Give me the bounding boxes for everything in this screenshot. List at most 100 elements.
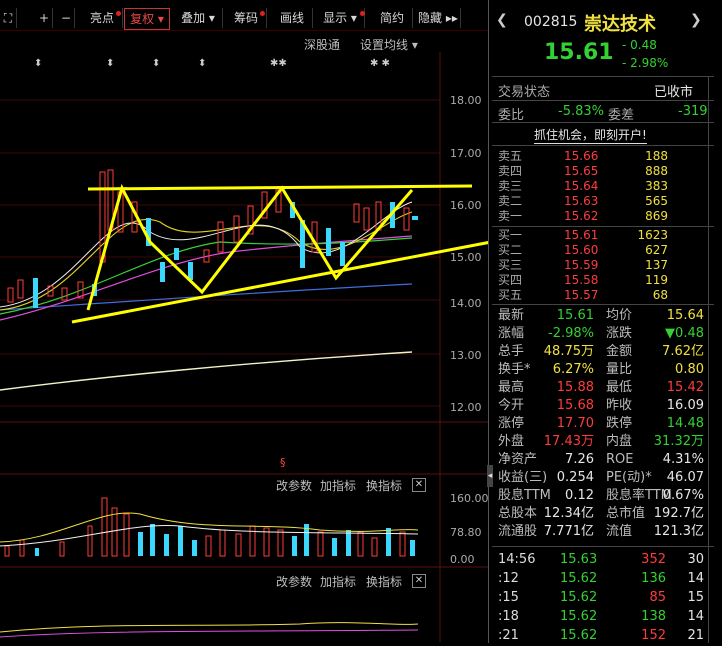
collapse-panel-icon[interactable]: ◂ [487, 465, 493, 487]
tick-count: 21 [687, 628, 704, 643]
tick-price: 15.63 [560, 552, 598, 567]
stat-label: 跌停 [606, 416, 633, 431]
edit-params-button[interactable]: 改参数 [276, 573, 312, 590]
tick-volume: 85 [649, 590, 666, 605]
price-axis-label: 15.00 [450, 251, 482, 264]
volume-axis-label: 0.00 [450, 553, 475, 566]
toolbar-draw-button[interactable]: 画线 [272, 8, 313, 28]
event-marker-icon: ⬍ [152, 58, 160, 69]
ask-price: 15.64 [564, 179, 599, 193]
close-icon[interactable]: ✕ [412, 574, 426, 588]
quote-stat-row: 涨停 17.70 跌停 14.48 [498, 416, 706, 433]
ask-volume: 565 [645, 194, 668, 208]
weibi-value: -5.83% [558, 104, 604, 119]
add-indicator-button[interactable]: 加指标 [320, 573, 356, 590]
price-axis-label: 16.00 [450, 199, 482, 212]
prev-stock-icon[interactable]: ❮ [496, 12, 508, 28]
switch-indicator-button[interactable]: 换指标 [366, 573, 402, 590]
event-marker-icon: ✱✱ [270, 58, 287, 69]
toolbar-display-button[interactable]: 显示 ▾ [316, 8, 365, 28]
stat-value: 17.43万 [543, 434, 594, 449]
stat-label: 涨停 [498, 416, 525, 431]
notify-dot-icon [116, 11, 121, 16]
toolbar-label: 复权 [130, 12, 155, 26]
stat-value: 0.254 [556, 470, 594, 485]
ask-row[interactable]: 卖二 15.63 565 [498, 194, 706, 209]
open-account-link[interactable]: 抓住机会，即刻开户! [534, 126, 647, 144]
toolbar-overlay-button[interactable]: 叠加 ▾ [174, 8, 223, 28]
stock-price: 15.61 [544, 40, 614, 65]
stat-label: 金额 [606, 344, 633, 359]
price-change: - 0.48 [622, 38, 657, 52]
tick-volume: 136 [641, 571, 666, 586]
toolbar-hide-button[interactable]: 隐藏 ▸▸ [416, 8, 461, 28]
toolbar-simple-button[interactable]: 简约 [372, 8, 413, 28]
tick-count: 14 [687, 609, 704, 624]
quote-stat-row: 外盘 17.43万 内盘 31.32万 [498, 434, 706, 451]
stat-label: 净资产 [498, 452, 538, 467]
tick-volume: 152 [641, 628, 666, 643]
bid-label: 买三 [498, 258, 523, 272]
add-indicator-button[interactable]: 加指标 [320, 477, 356, 494]
ask-label: 卖五 [498, 149, 523, 163]
stat-value: 192.7亿 [653, 506, 704, 521]
bid-row[interactable]: 买四 15.58 119 [498, 273, 706, 288]
tick-time: :15 [498, 590, 519, 605]
bid-price: 15.58 [564, 273, 599, 287]
volume-axis-label: 78.80 [450, 526, 482, 539]
stat-value: 121.3亿 [653, 524, 704, 539]
bid-row[interactable]: 买二 15.60 627 [498, 243, 706, 258]
stat-label: ROE [606, 452, 634, 467]
event-marker-icon: ⬍ [106, 58, 114, 69]
event-marker-icon: ⬍ [34, 58, 42, 69]
ask-volume: 188 [645, 149, 668, 163]
bid-label: 买五 [498, 288, 523, 302]
price-axis-label: 18.00 [450, 94, 482, 107]
ask-row[interactable]: 卖三 15.64 383 [498, 179, 706, 194]
ask-row[interactable]: 卖四 15.65 888 [498, 164, 706, 179]
tick-volume: 138 [641, 609, 666, 624]
quote-stat-row: 换手* 6.27% 量比 0.80 [498, 362, 706, 379]
ma-settings-link[interactable]: 设置均线 ▾ [360, 36, 418, 53]
bid-label: 买一 [498, 228, 523, 242]
tick-row: 14:56 15.63 352 30 [498, 552, 706, 570]
stat-value: 6.27% [552, 362, 594, 377]
zoom-in-icon[interactable]: + [36, 8, 53, 28]
ask-row[interactable]: 卖一 15.62 869 [498, 209, 706, 224]
bid-row[interactable]: 买一 15.61 1623 [498, 228, 706, 243]
toolbar-label: 亮点 [89, 11, 114, 25]
bid-price: 15.60 [564, 243, 599, 257]
price-axis-label: 12.00 [450, 401, 482, 414]
quote-stat-row: 净资产 7.26 ROE 4.31% [498, 452, 706, 469]
kline-chart[interactable]: ⬍ ⬍ ⬍ ⬍ ✱✱ ✱ ✱ [0, 52, 488, 642]
tick-row: :21 15.62 152 21 [498, 628, 706, 646]
edit-params-button[interactable]: 改参数 [276, 477, 312, 494]
next-stock-icon[interactable]: ❯ [690, 12, 702, 28]
chart-toolbar: ⛶ + − 亮点 复权 ▾ 叠加 ▾ 筹码 画线 显示 ▾ 简约 隐藏 ▸▸ [0, 8, 490, 30]
close-icon[interactable]: ✕ [412, 478, 426, 492]
stat-label: 总市值 [606, 506, 646, 521]
ask-price: 15.66 [564, 149, 599, 163]
stat-label: 收益(三) [498, 470, 548, 485]
stock-name: 崇达技术 [584, 14, 656, 35]
toolbar-adjust-button[interactable]: 复权 ▾ [124, 8, 170, 30]
stat-value: 15.68 [556, 398, 594, 413]
bid-row[interactable]: 买五 15.57 68 [498, 288, 706, 303]
bid-volume: 137 [645, 258, 668, 272]
tick-time: :21 [498, 628, 519, 643]
stat-value: 7.771亿 [543, 524, 594, 539]
bid-row[interactable]: 买三 15.59 137 [498, 258, 706, 273]
weibi-label: 委比 [498, 108, 525, 123]
expand-icon[interactable]: ⛶ [0, 8, 17, 28]
zoom-out-icon[interactable]: − [58, 8, 75, 28]
quote-stat-row: 总股本 12.34亿 总市值 192.7亿 [498, 506, 706, 523]
stat-label: 涨跌 [606, 326, 633, 341]
quote-stat-row: 最新 15.61 均价 15.64 [498, 308, 706, 325]
stat-value: 31.32万 [653, 434, 704, 449]
ask-volume: 383 [645, 179, 668, 193]
hk-connect-link[interactable]: 深股通 [304, 36, 340, 53]
stat-value: 4.31% [662, 452, 704, 467]
switch-indicator-button[interactable]: 换指标 [366, 477, 402, 494]
toolbar-label: 画线 [279, 11, 304, 25]
ask-row[interactable]: 卖五 15.66 188 [498, 149, 706, 164]
